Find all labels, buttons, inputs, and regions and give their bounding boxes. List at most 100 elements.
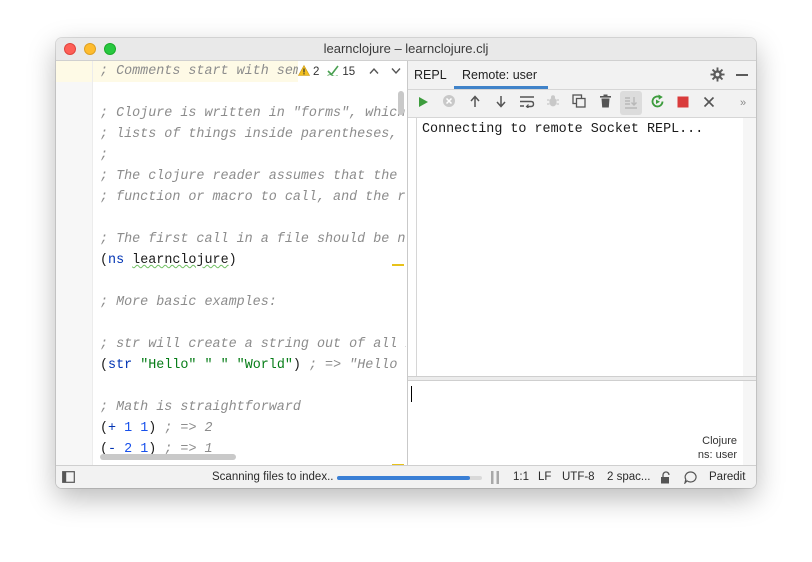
code-line[interactable]: ; [100,145,108,166]
repl-input-info: Clojure ns: user [698,434,737,462]
paredit-mode[interactable]: Paredit [709,471,745,483]
code-token: ; function or macro to call, and the re [100,190,406,205]
copy-icon[interactable] [570,94,588,112]
indexing-status[interactable]: Scanning files to index.. [212,471,333,483]
tool-windows-toggle-icon[interactable] [62,471,75,486]
warning-icon [297,64,311,79]
repl-output[interactable]: Connecting to remote Socket REPL... [416,118,743,376]
indexing-progress-fill [337,476,471,480]
bug-icon[interactable] [544,94,562,112]
lock-icon[interactable] [660,471,672,487]
caret-position[interactable]: 1:1 [513,471,529,483]
code-token: ( [100,421,109,436]
code-line[interactable]: ; Math is straightforward [100,397,301,418]
code-token: ) [228,253,237,268]
indent-setting[interactable]: 2 spac... [607,471,650,483]
notifications-icon[interactable] [683,471,698,487]
code-line[interactable]: ; str will create a string out of all i [100,334,406,355]
code-token: ) [292,358,309,373]
status-bar: Scanning files to index.. 1:1 LF UTF-8 2… [56,465,756,488]
repl-namespace-label: ns: user [697,449,737,461]
file-encoding[interactable]: UTF-8 [562,471,595,483]
code-token: ; str will create a string out of all i [100,337,406,352]
text-caret [411,386,412,402]
stop-square-icon[interactable] [674,94,692,112]
code-token: ns [108,253,125,268]
code-token: 1 [124,421,133,436]
previous-highlight-icon[interactable] [369,66,379,78]
stop-circle-icon[interactable] [440,94,458,112]
code-token: ( [100,253,109,268]
code-token: ; => "Hello W [308,358,406,373]
active-tab-indicator [454,86,548,89]
editor-gutter[interactable] [56,61,93,465]
warning-stripe-marker[interactable] [392,264,404,266]
editor-horizontal-scrollbar[interactable] [100,454,236,460]
code-token: ; The first call in a file should be ns [100,232,406,247]
code-line[interactable]: ; Comments start with sem [100,61,301,82]
code-token: ; The clojure reader assumes that the f [100,169,406,184]
code-token: ; Math is straightforward [100,400,301,415]
code-token: ; More basic examples: [100,295,277,310]
repl-input-scrollbar[interactable] [743,381,756,465]
code-line[interactable]: ; More basic examples: [100,292,277,313]
tab-remote-user[interactable]: Remote: user [462,68,537,82]
code-token: "World" [236,358,293,373]
code-token: "Hello" [140,358,197,373]
tab-repl[interactable]: REPL [414,68,447,82]
close-icon[interactable] [700,94,718,112]
arrow-up-icon[interactable] [466,94,484,112]
hide-panel-icon[interactable] [736,74,748,76]
line-separator[interactable]: LF [538,471,551,483]
code-token: ; lists of things inside parentheses, s [100,127,406,142]
code-token: ; => 2 [164,421,213,436]
more-icon[interactable]: » [734,94,752,112]
warning-count: 2 [313,65,320,78]
arrow-down-icon[interactable] [492,94,510,112]
code-line[interactable]: ; The first call in a file should be ns [100,229,406,250]
settings-gear-icon[interactable] [710,67,725,85]
code-line[interactable]: ; lists of things inside parentheses, s [100,124,406,145]
gutter-current-line [56,61,92,82]
code-line[interactable]: (+ 1 1) ; => 2 [100,418,213,439]
scroll-end-icon[interactable] [620,91,642,115]
code-token: ; Clojure is written in "forms", which [100,106,406,121]
code-token: ) [148,421,165,436]
code-line[interactable]: ; The clojure reader assumes that the f [100,166,406,187]
trash-icon[interactable] [596,94,614,112]
typo-check-icon [327,65,340,79]
title-bar: learnclojure – learnclojure.clj [56,38,756,61]
repl-language-label: Clojure [702,435,737,447]
code-line[interactable]: (ns learnclojure) [100,250,237,271]
soft-wrap-icon[interactable] [518,94,536,112]
code-token: ; Comments start with sem [100,64,301,79]
repl-input[interactable]: Clojure ns: user [408,381,743,465]
run-icon[interactable] [414,94,432,112]
code-token: + [108,421,117,436]
indexing-progress-bar [337,476,482,480]
pause-icon[interactable] [490,471,500,487]
code-line[interactable]: ; function or macro to call, and the re [100,187,406,208]
code-editor[interactable]: ; Comments start with sem ; Clojure is wr… [56,61,406,465]
repl-panel: REPL Remote: user » Connecting to remote… [407,61,756,465]
repl-output-scrollbar[interactable] [743,118,756,376]
code-line[interactable]: ; Clojure is written in "forms", which [100,103,405,124]
code-token: " " [204,358,229,373]
code-token: str [108,358,133,373]
code-token: ; [100,148,109,163]
repl-tab-bar: REPL Remote: user [408,61,756,90]
inspection-widget[interactable]: 2 15 [297,61,406,82]
editor-vertical-scrollbar[interactable] [398,91,404,115]
code-token: learnclojure [132,253,229,268]
code-line[interactable]: (str "Hello" " " "World") ; => "Hello W [100,355,406,376]
rerun-icon[interactable] [648,94,666,112]
repl-output-text: Connecting to remote Socket REPL... [422,122,704,137]
next-highlight-icon[interactable] [391,66,401,78]
code-token: ( [100,358,109,373]
typo-count: 15 [342,65,356,78]
